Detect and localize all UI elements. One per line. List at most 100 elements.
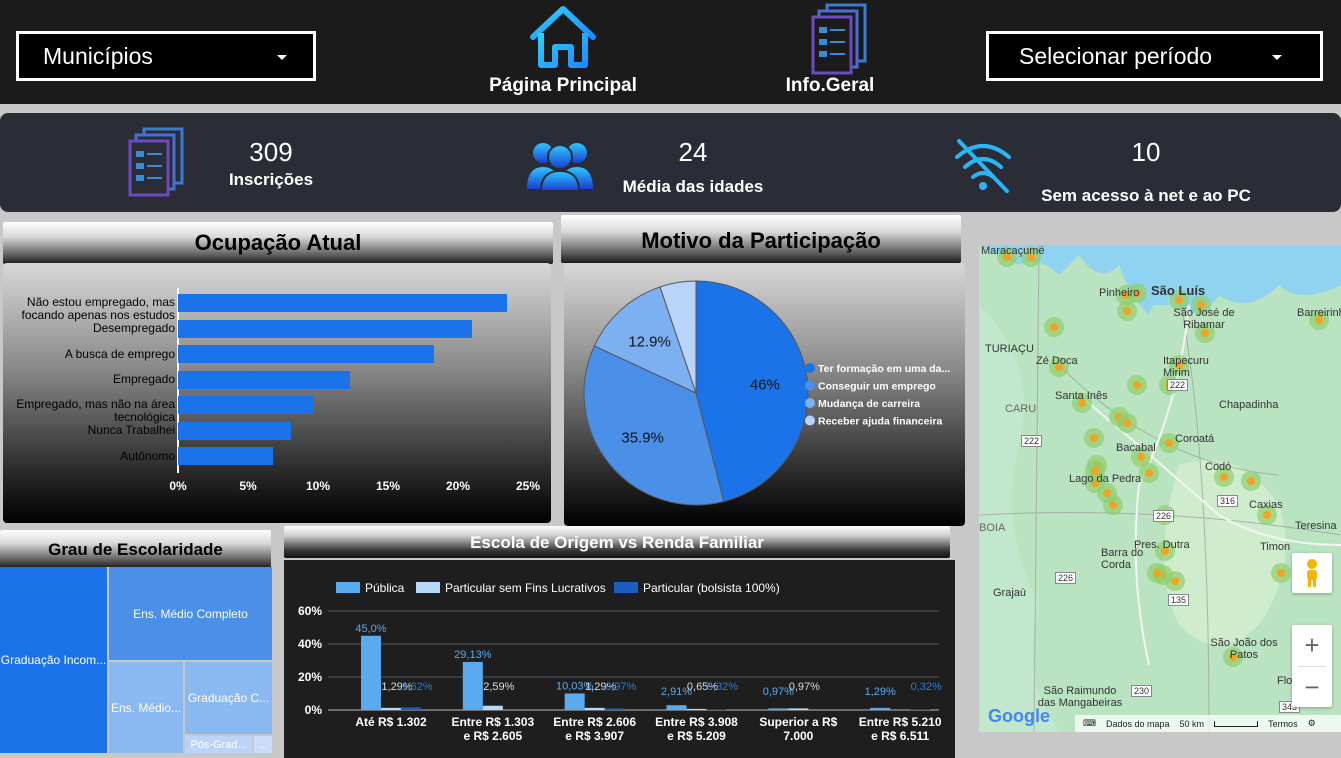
bar[interactable] xyxy=(666,705,687,710)
treemap-cell[interactable]: ... xyxy=(254,736,272,753)
people-icon xyxy=(525,139,595,192)
info-geral-label[interactable]: Info.Geral xyxy=(760,75,900,97)
periodo-dropdown-label: Selecionar período xyxy=(1019,42,1213,69)
pie-data-label: 35.9% xyxy=(621,429,664,446)
bar[interactable] xyxy=(604,708,625,710)
heatmap-point-core xyxy=(1263,511,1271,519)
bar-data-label: 29,13% xyxy=(454,649,492,661)
legend-label: Pública xyxy=(365,581,405,595)
treemap-cell[interactable]: Graduação Incom... xyxy=(0,567,107,753)
bar[interactable] xyxy=(462,661,483,710)
x-category-label: Entre R$ 2.606 xyxy=(553,715,636,729)
kpi-idade-label: Média das idades xyxy=(622,177,764,196)
pie-data-label: 46% xyxy=(750,376,780,393)
bar[interactable] xyxy=(788,708,809,710)
road-shield: 230 xyxy=(1131,685,1153,697)
ocupacao-category-label: Autônomo xyxy=(120,449,175,463)
settings-icon[interactable]: ⚙ xyxy=(1308,718,1316,729)
kpi-idade-value: 24 xyxy=(678,137,708,167)
ocupacao-bar[interactable] xyxy=(178,447,274,465)
pie-legend-label: Receber ajuda financeira xyxy=(818,416,942,428)
motivo-title: Motivo da Participação xyxy=(561,215,961,263)
legend-swatch xyxy=(416,582,440,593)
zoom-out-button[interactable]: − xyxy=(1292,667,1332,707)
kpi-sem-acesso-value: 10 xyxy=(1131,137,1161,167)
map-place-label: Santa Inês xyxy=(1055,390,1108,402)
heatmap-point-core xyxy=(1133,381,1141,389)
escolaridade-title: Grau de Escolaridade xyxy=(0,530,271,568)
x-category-label: Entre R$ 1.303 xyxy=(451,715,534,729)
documents-icon[interactable] xyxy=(811,3,871,75)
bar[interactable] xyxy=(401,707,421,710)
map-place-label: Chapadinha xyxy=(1219,399,1279,411)
keyboard-icon[interactable]: ⌨ xyxy=(1083,718,1096,729)
pie-legend-label: Conseguir um emprego xyxy=(818,381,936,393)
bar[interactable] xyxy=(482,705,503,710)
periodo-dropdown[interactable]: Selecionar período xyxy=(986,31,1323,81)
road-shield: 135 xyxy=(1168,594,1190,606)
municipios-dropdown-label: Municípios xyxy=(43,42,153,69)
ocupacao-x-tick: 10% xyxy=(305,479,331,493)
ocupacao-category-label: Nunca Trabalhei xyxy=(87,423,175,437)
ocupacao-chart: Não estou empregado, mas focando apenas … xyxy=(3,263,551,523)
bar[interactable] xyxy=(768,708,789,710)
legend-swatch xyxy=(614,582,638,593)
map-place-label: São José de Ribamar xyxy=(1173,307,1235,331)
pegman-icon[interactable] xyxy=(1292,553,1332,593)
map-terms-link[interactable]: Termos xyxy=(1268,719,1298,729)
map-place-label: TURIAÇU xyxy=(985,343,1034,355)
municipios-dropdown[interactable]: Municípios xyxy=(16,31,316,81)
bar[interactable] xyxy=(564,693,585,710)
bar-data-label: 45,0% xyxy=(355,623,386,635)
heatmap-point-core xyxy=(1109,501,1117,509)
heatmap-point-core xyxy=(1220,473,1228,481)
heatmap-point-core xyxy=(1123,307,1131,315)
ocupacao-bar[interactable] xyxy=(178,319,472,338)
heatmap-point-core xyxy=(1050,323,1058,331)
x-category-label: Entre R$ 5.210 xyxy=(859,715,942,729)
road-shield: 226 xyxy=(1153,510,1175,522)
home-label[interactable]: Página Principal xyxy=(470,75,656,97)
heatmap-point-core xyxy=(1247,477,1255,485)
bar[interactable] xyxy=(361,635,381,710)
ocupacao-bar[interactable] xyxy=(178,370,351,389)
road-shield: 226 xyxy=(1055,572,1077,584)
ocupacao-bar[interactable] xyxy=(178,421,292,440)
treemap-cell[interactable]: Ens. Médio... xyxy=(109,662,183,753)
home-icon[interactable] xyxy=(527,3,599,71)
heatmap-point-core xyxy=(1145,469,1153,477)
map-place-label: Codó xyxy=(1205,461,1232,473)
zoom-in-button[interactable]: + xyxy=(1292,625,1332,665)
map-place-label: São João dos Patos xyxy=(1210,637,1278,661)
no-wifi-icon xyxy=(953,137,1013,195)
ocupacao-bar[interactable] xyxy=(178,396,314,414)
x-category-label: e R$ 5.209 xyxy=(667,729,726,743)
y-tick-label: 60% xyxy=(298,604,322,618)
scale-bar xyxy=(1214,720,1259,727)
bar[interactable] xyxy=(706,709,727,710)
ocupacao-category-label: Empregado xyxy=(112,372,175,386)
map-place-label: Maracaçumé xyxy=(981,245,1045,257)
road-shield: 222 xyxy=(1021,435,1043,447)
bar[interactable] xyxy=(584,707,605,710)
map[interactable]: Maracaçumé Pinheiro São Luís São José de Ri… xyxy=(979,245,1341,732)
ocupacao-bar[interactable] xyxy=(178,345,435,363)
treemap-cell[interactable]: Pós-Grad... xyxy=(185,736,252,753)
bar[interactable] xyxy=(870,707,891,710)
map-data-link[interactable]: Dados do mapa xyxy=(1106,719,1170,729)
bar[interactable] xyxy=(686,708,707,710)
bar-data-label: 0,32% xyxy=(707,681,738,693)
bar-data-label: 1,29% xyxy=(865,686,896,698)
bar[interactable] xyxy=(381,707,401,710)
legend-swatch xyxy=(336,582,360,593)
map-background xyxy=(979,245,1341,732)
ocupacao-bar[interactable] xyxy=(178,294,507,312)
kpi-inscricoes-label: Inscrições xyxy=(228,170,314,189)
x-category-label: Entre R$ 3.908 xyxy=(655,715,738,729)
bar[interactable] xyxy=(910,709,931,710)
heatmap-point-core xyxy=(1165,439,1173,447)
treemap-cell[interactable]: Ens. Médio Completo xyxy=(109,567,272,660)
heatmap-point-core xyxy=(1277,569,1285,577)
treemap-cell[interactable]: Graduação C... xyxy=(185,662,272,734)
x-category-label: e R$ 2.605 xyxy=(463,729,522,743)
